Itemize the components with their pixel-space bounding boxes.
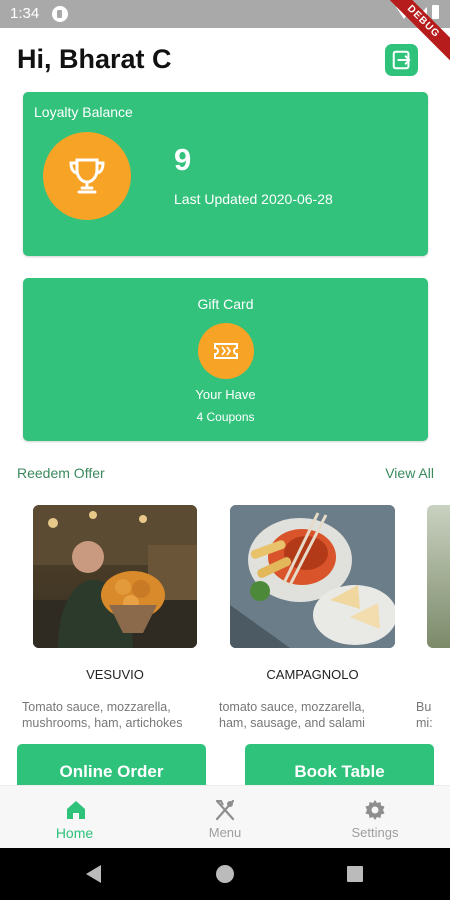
restaurant-photo <box>33 505 197 648</box>
nav-label-settings: Settings <box>351 825 399 840</box>
offer-description-vesuvio: Tomato sauce, mozzarella, mushrooms, ham… <box>22 699 182 731</box>
description-line: mushrooms, ham, artichokes <box>22 716 183 730</box>
ticket-badge <box>198 323 254 379</box>
nav-label-menu: Menu <box>208 825 242 840</box>
home-icon <box>67 801 85 819</box>
gift-card-line1: Your Have <box>195 387 256 402</box>
gear-icon <box>365 800 385 820</box>
battery-icon <box>432 5 439 19</box>
fork-knife-icon <box>215 799 235 821</box>
trophy-icon <box>69 158 105 194</box>
logout-button[interactable] <box>385 44 418 76</box>
nav-item-settings[interactable]: Settings <box>300 786 450 849</box>
description-line: ham, sausage, and salami <box>219 716 365 730</box>
app-screen: 1:34 DEBUG Hi, Bharat C Loyalty Balance … <box>0 0 450 900</box>
back-icon[interactable] <box>86 865 101 883</box>
nav-item-menu[interactable]: Menu <box>150 786 300 849</box>
offer-name-campagnolo: CAMPAGNOLO <box>266 667 359 682</box>
recents-icon[interactable] <box>347 866 363 882</box>
status-bar: 1:34 <box>0 0 450 28</box>
loyalty-balance-card[interactable]: Loyalty Balance 9 Last Updated 2020-06-2… <box>23 92 428 256</box>
description-line: tomato sauce, mozzarella, <box>219 700 365 714</box>
offer-image-campagnolo[interactable] <box>230 505 395 648</box>
gift-card-title: Gift Card <box>197 296 254 312</box>
offer-description-third: Bu mi: <box>416 699 433 731</box>
nav-label-home: Home <box>55 825 94 841</box>
view-all-link[interactable]: View All <box>385 465 434 481</box>
ticket-icon <box>214 343 238 359</box>
description-line: Tomato sauce, mozzarella, <box>22 700 171 714</box>
food-photo <box>230 505 395 648</box>
offer-image-third[interactable] <box>427 505 450 648</box>
coupon-count: 4 Coupons <box>196 410 255 424</box>
status-time: 1:34 <box>10 5 40 22</box>
gift-card-card[interactable]: Gift Card Your Have 4 Coupons <box>23 278 428 441</box>
system-navigation-bar <box>0 848 450 900</box>
redeem-offer-heading: Reedem Offer <box>17 465 105 481</box>
greeting-title: Hi, Bharat C <box>17 44 172 74</box>
description-line: mi: <box>416 716 433 730</box>
offer-image-vesuvio[interactable] <box>33 505 197 648</box>
loyalty-points: 9 <box>174 142 192 177</box>
logout-icon <box>392 50 410 70</box>
trophy-badge <box>43 132 131 220</box>
app-notification-icon <box>52 6 68 22</box>
last-updated-text: Last Updated 2020-06-28 <box>174 191 333 207</box>
offer-description-campagnolo: tomato sauce, mozzarella, ham, sausage, … <box>219 699 365 731</box>
description-line: Bu <box>416 700 432 714</box>
nav-item-home[interactable]: Home <box>0 786 150 849</box>
home-circle-icon[interactable] <box>216 865 234 883</box>
offer-name-vesuvio: VESUVIO <box>86 667 144 682</box>
loyalty-title: Loyalty Balance <box>34 104 133 120</box>
bottom-navigation: Home Menu Settings <box>0 785 450 848</box>
